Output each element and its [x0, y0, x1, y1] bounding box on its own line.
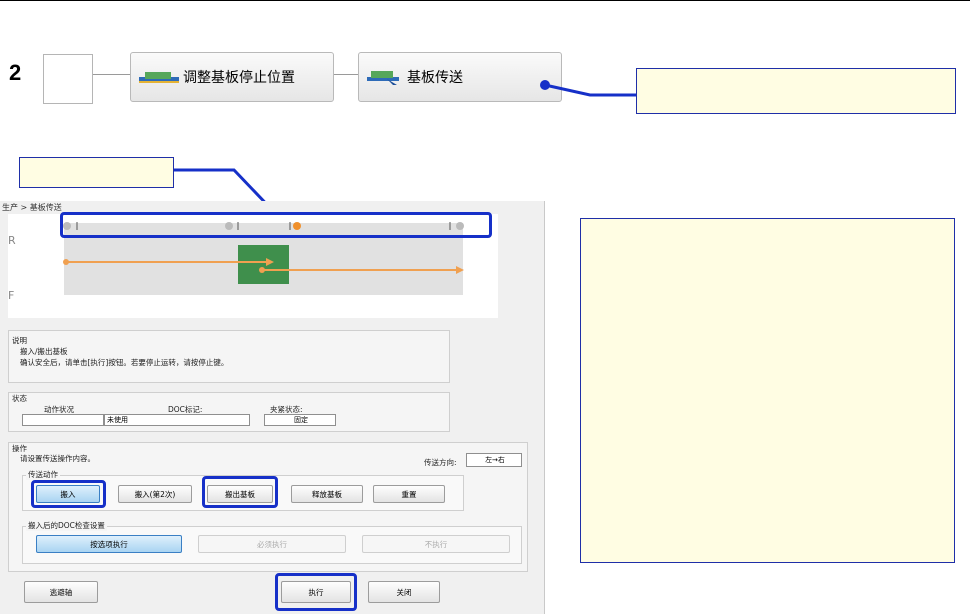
load-second-button[interactable]: 搬入(第2次)	[118, 485, 192, 503]
breadcrumb: 生产 > 基板传送	[2, 203, 62, 212]
annotation-panel	[580, 218, 955, 563]
direction-field: 左→右	[466, 453, 522, 467]
description-title: 说明	[12, 336, 27, 345]
transfer-action-title: 传送动作	[26, 469, 60, 480]
doc-check-title: 搬入后的DOC检查设置	[26, 520, 107, 531]
doc-mark-field: 未使用	[104, 414, 250, 426]
clamp-status-field: 固定	[264, 414, 336, 426]
board-icon	[238, 245, 289, 284]
highlight-sensor-row	[60, 212, 492, 238]
description-line2: 确认安全后，请单击[执行]按钮。若要停止运转，请按停止键。	[20, 358, 229, 367]
status-group	[8, 392, 450, 432]
action-status-field	[22, 414, 104, 426]
doc-not-execute-button[interactable]: 不执行	[362, 535, 510, 553]
operation-hint: 请设置传送操作内容。	[20, 454, 95, 463]
doc-option-execute-button[interactable]: 按选项执行	[36, 535, 182, 553]
axis-evade-button[interactable]: 逃避轴	[24, 581, 98, 603]
release-board-button[interactable]: 释放基板	[291, 485, 363, 503]
annotation-box	[19, 157, 174, 188]
annotation-box	[636, 68, 956, 114]
status-title: 状态	[12, 394, 27, 403]
highlight-unload-button	[202, 476, 278, 508]
highlight-load-button	[31, 480, 106, 508]
close-button[interactable]: 关闭	[368, 581, 440, 603]
direction-label: 传送方向:	[424, 458, 457, 467]
description-line1: 搬入/搬出基板	[20, 347, 68, 356]
highlight-execute-button	[275, 573, 357, 611]
reset-button[interactable]: 重置	[373, 485, 445, 503]
doc-must-execute-button[interactable]: 必须执行	[198, 535, 346, 553]
